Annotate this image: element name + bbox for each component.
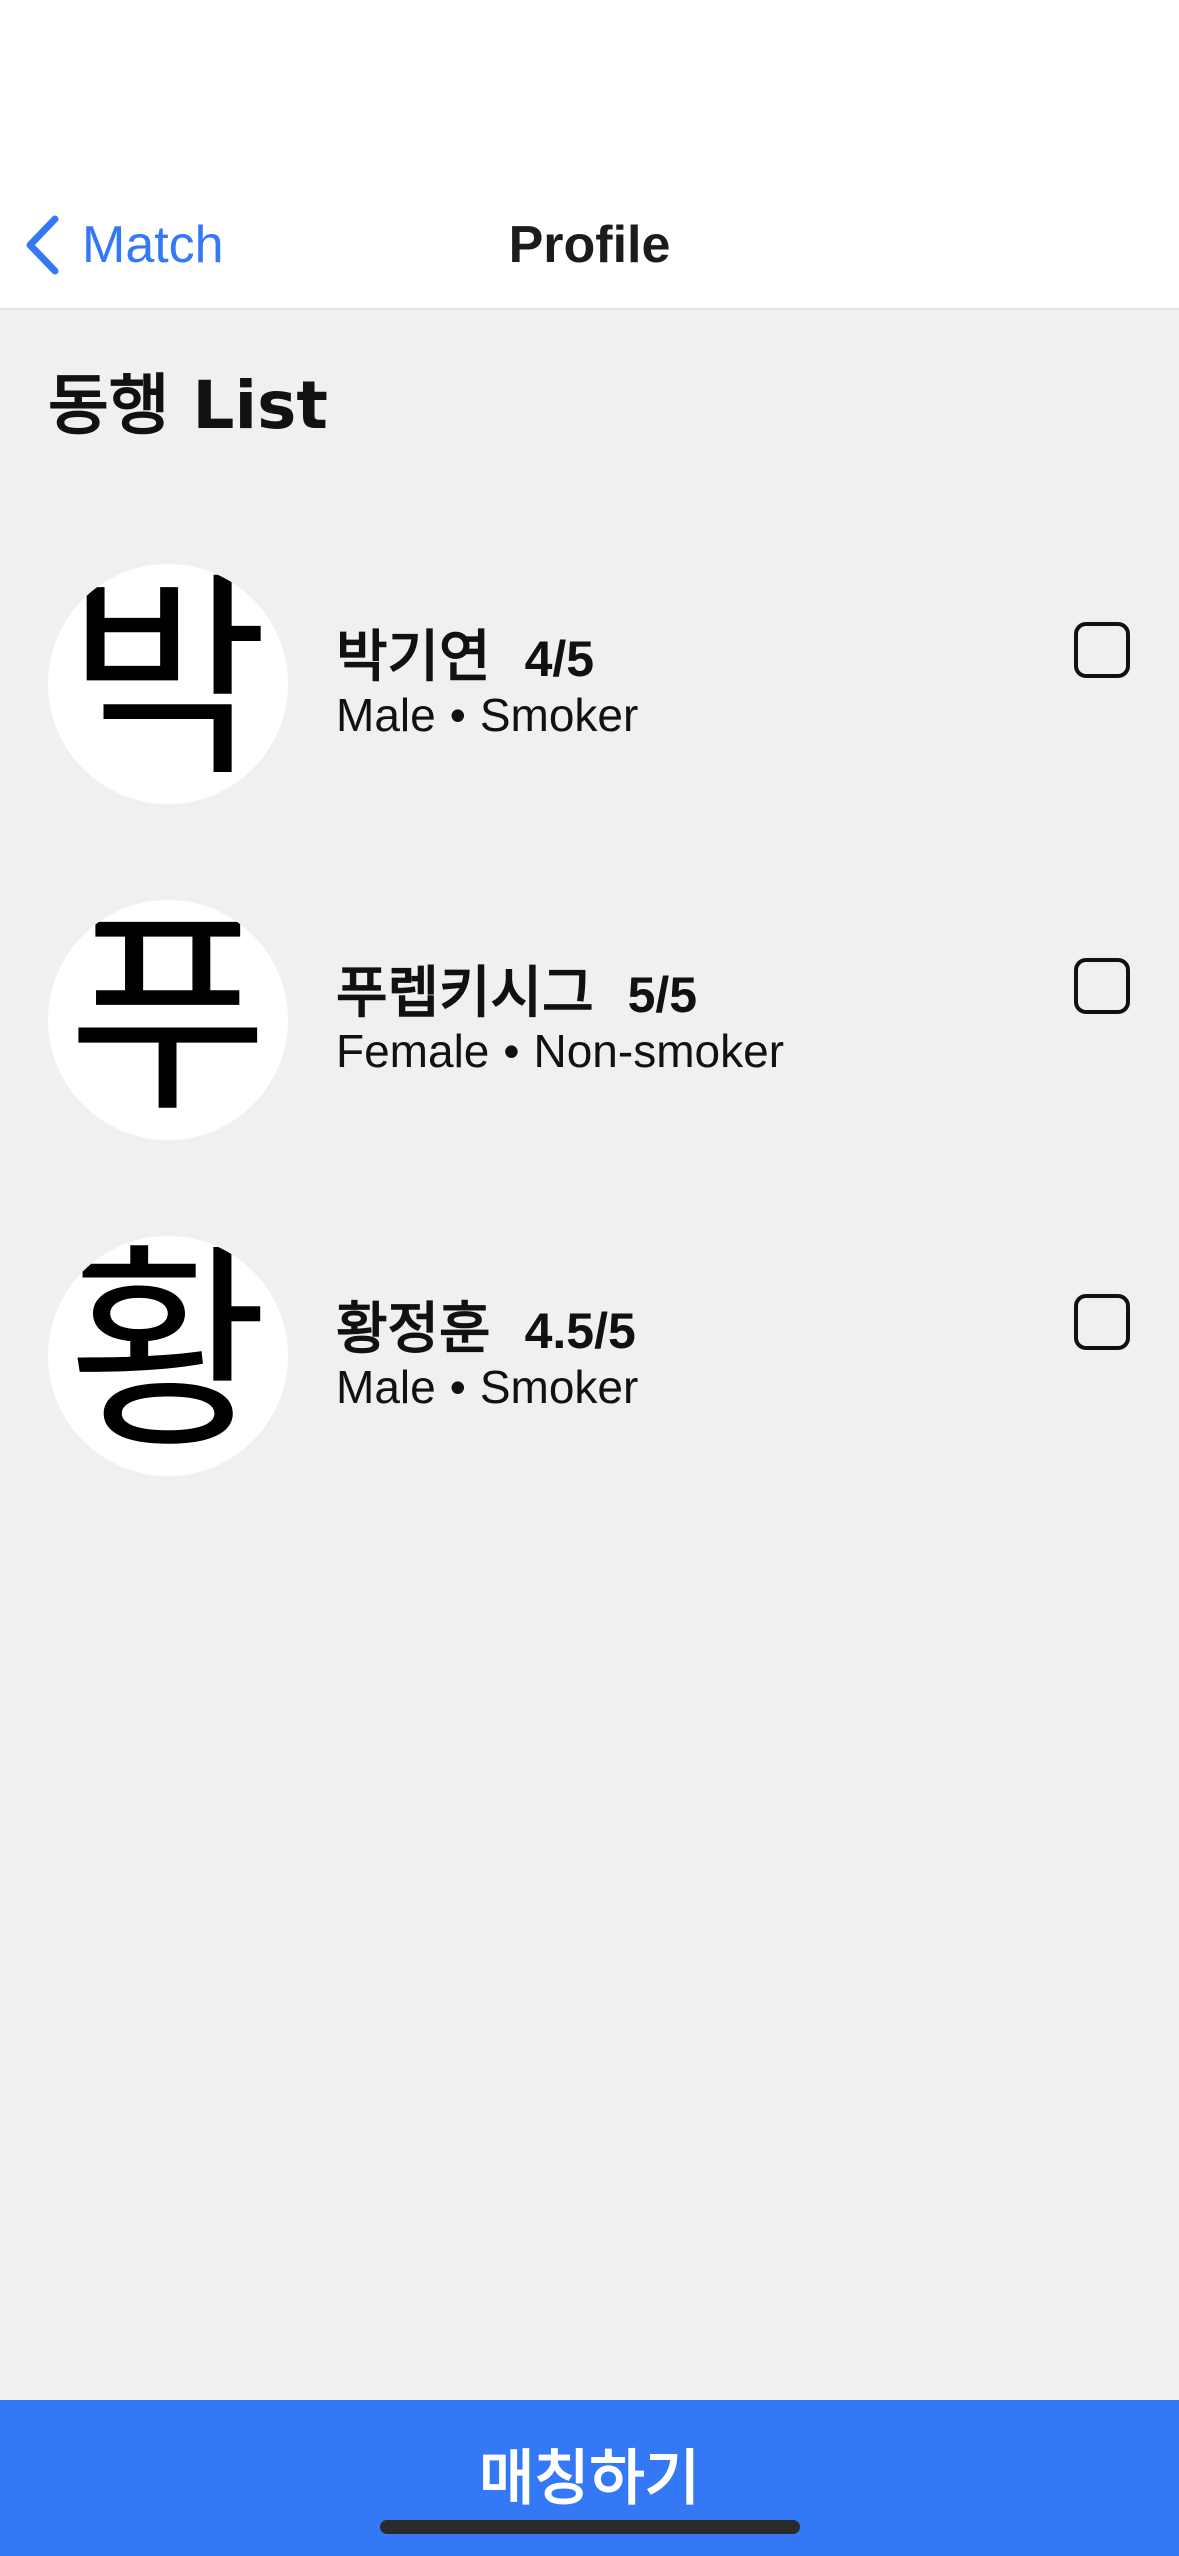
companion-info: 박기연 4/5 Male • Smoker	[336, 612, 638, 742]
page-title: Profile	[508, 216, 671, 274]
companion-rating: 4/5	[524, 631, 595, 687]
companion-list: 박 박기연 4/5 Male • Smoker 푸 푸렙키시그 5/5 Fema…	[0, 560, 1179, 1568]
avatar-initial: 박	[67, 564, 269, 804]
avatar-initial: 푸	[67, 900, 269, 1140]
companion-info: 황정훈 4.5/5 Male • Smoker	[336, 1284, 638, 1414]
separator-dot: •	[503, 1025, 520, 1077]
separator-dot: •	[449, 689, 466, 741]
avatar: 푸	[48, 900, 288, 1140]
companion-smoking: Smoker	[479, 689, 639, 741]
companion-smoking: Smoker	[479, 1361, 639, 1413]
list-item: 푸 푸렙키시그 5/5 Female • Non-smoker	[0, 896, 1179, 1232]
companion-rating: 5/5	[627, 967, 698, 1023]
companion-gender: Male	[336, 1361, 436, 1413]
companion-info: 푸렙키시그 5/5 Female • Non-smoker	[336, 948, 784, 1078]
companion-name: 푸렙키시그	[336, 961, 594, 1026]
companion-name: 황정훈	[336, 1297, 491, 1362]
companion-smoking: Non-smoker	[533, 1025, 785, 1077]
select-checkbox[interactable]	[1074, 622, 1130, 678]
companion-rating: 4.5/5	[524, 1303, 636, 1359]
companion-gender: Male	[336, 689, 436, 741]
avatar-initial: 황	[67, 1236, 269, 1476]
select-checkbox[interactable]	[1074, 958, 1130, 1014]
avatar: 황	[48, 1236, 288, 1476]
companion-name: 박기연	[336, 625, 491, 690]
list-item: 황 황정훈 4.5/5 Male • Smoker	[0, 1232, 1179, 1568]
home-indicator	[380, 2520, 800, 2534]
list-heading: 동행 List	[48, 367, 328, 444]
avatar: 박	[48, 564, 288, 804]
navigation-bar: Match Profile	[0, 180, 1179, 310]
list-item: 박 박기연 4/5 Male • Smoker	[0, 560, 1179, 896]
separator-dot: •	[449, 1361, 466, 1413]
select-checkbox[interactable]	[1074, 1294, 1130, 1350]
match-button-label: 매칭하기	[479, 2444, 700, 2514]
status-bar-area	[0, 0, 1179, 180]
companion-gender: Female	[336, 1025, 490, 1077]
